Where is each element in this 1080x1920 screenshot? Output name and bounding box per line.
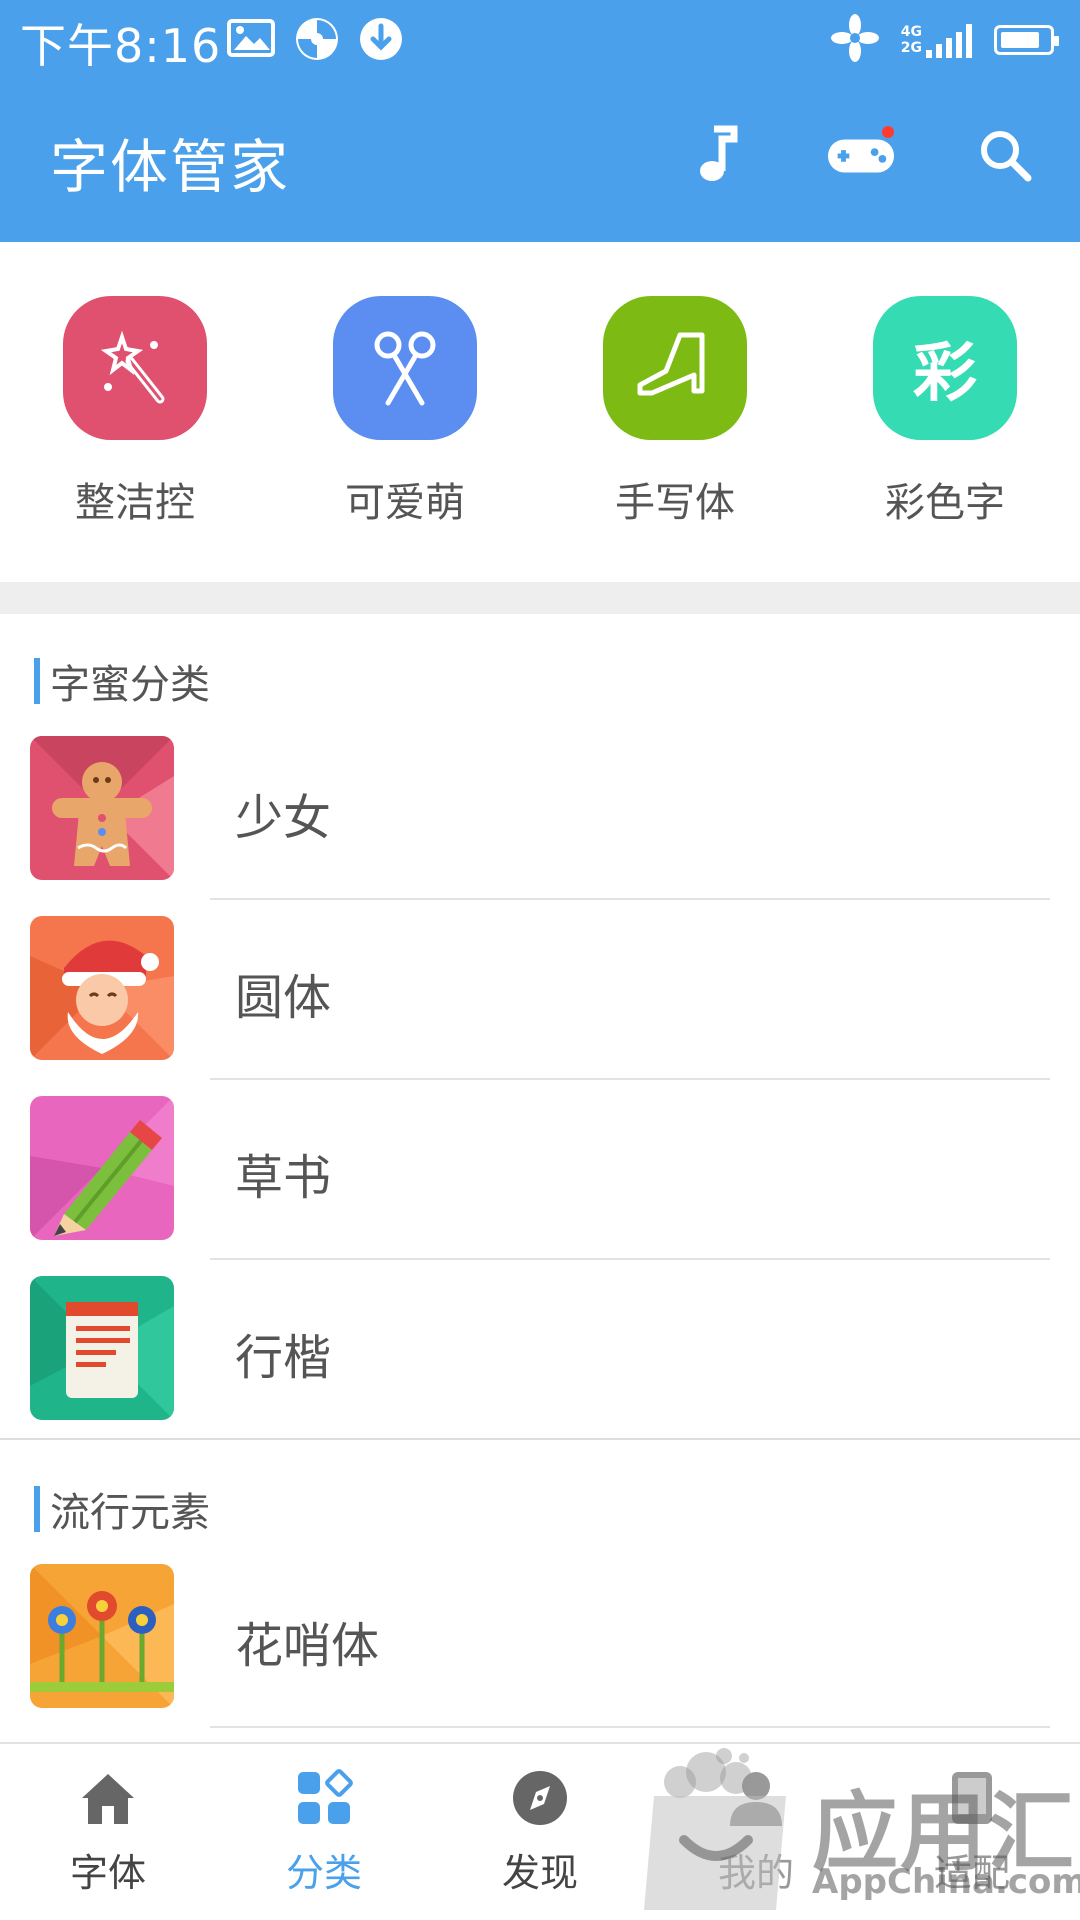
home-icon (82, 1774, 134, 1824)
search-button[interactable] (970, 120, 1040, 190)
nav-mine[interactable]: 我的 (648, 1744, 864, 1920)
nav-label: 分类 (285, 1851, 362, 1895)
category-icon (298, 1769, 353, 1824)
battery-icon (994, 25, 1059, 55)
app-title: 字体管家 (50, 133, 291, 201)
featured-category-grid: 整洁控 可爱萌 手写体 彩 彩色字 (0, 242, 1080, 582)
scissors-icon (333, 296, 477, 440)
section-header-font-categories: 字蜜分类 (34, 652, 210, 710)
list-item-cursive[interactable]: 草书 (0, 1080, 1080, 1260)
section-title: 字蜜分类 (50, 662, 210, 708)
gingerbread-icon (30, 736, 174, 880)
section-accent-bar (34, 1486, 40, 1532)
section-header-popular: 流行元素 (34, 1480, 210, 1538)
nav-label: 适配 (933, 1851, 1010, 1895)
list-item-girl[interactable]: 少女 (0, 720, 1080, 900)
category-label: 手写体 (615, 480, 735, 526)
list-item-label: 草书 (235, 1150, 332, 1206)
status-bar: 下午8:16 4G 2G (0, 0, 1080, 78)
category-tidy[interactable]: 整洁控 (0, 242, 270, 582)
category-label: 整洁控 (75, 480, 195, 526)
list-item-label: 花哨体 (235, 1618, 380, 1674)
magic-wand-icon (63, 296, 207, 440)
category-cute[interactable]: 可爱萌 (270, 242, 540, 582)
signal-indicator: 4G 2G (901, 22, 972, 58)
list-item-label: 圆体 (235, 970, 332, 1026)
list-item-fancy[interactable]: 花哨体 (0, 1548, 1080, 1728)
bottom-navigation: 字体 分类 发现 我的 适配 (0, 1742, 1080, 1920)
flowers-icon (30, 1564, 174, 1708)
section-divider (0, 1438, 1080, 1440)
music-button[interactable] (684, 120, 754, 190)
user-icon (730, 1772, 782, 1826)
row-divider (210, 1726, 1050, 1728)
nav-discover[interactable]: 发现 (432, 1744, 648, 1920)
status-right: 4G 2G (830, 14, 1059, 66)
category-label: 彩色字 (885, 480, 1005, 526)
gamepad-icon (827, 139, 895, 173)
notepad-icon (30, 1276, 174, 1420)
image-notification-icon (226, 16, 276, 60)
network-label-bottom: 2G (900, 40, 922, 56)
section-separator (0, 582, 1080, 614)
signal-bars-icon (926, 22, 972, 58)
app-notification-icon (294, 16, 344, 60)
download-notification-icon (358, 16, 408, 60)
flower-status-icon (830, 14, 879, 66)
nav-label: 我的 (717, 1851, 794, 1895)
app-header: 下午8:16 4G 2G 字体管家 (0, 0, 1080, 242)
santa-icon (30, 916, 174, 1060)
category-label: 可爱萌 (345, 480, 465, 526)
category-colorful[interactable]: 彩 彩色字 (810, 242, 1080, 582)
list-item-label: 少女 (235, 790, 332, 846)
high-heel-icon (603, 296, 747, 440)
colorful-char-text: 彩 (913, 337, 977, 411)
search-icon (981, 131, 1032, 182)
category-handwriting[interactable]: 手写体 (540, 242, 810, 582)
nav-adapt[interactable]: 适配 (864, 1744, 1080, 1920)
nav-fonts[interactable]: 字体 (0, 1744, 216, 1920)
notification-dot (882, 126, 894, 138)
section-title: 流行元素 (50, 1490, 210, 1536)
game-center-button[interactable] (826, 120, 896, 190)
list-item-label: 行楷 (235, 1330, 332, 1386)
nav-categories[interactable]: 分类 (216, 1744, 432, 1920)
colorful-char-icon: 彩 (873, 296, 1017, 440)
compass-icon (513, 1771, 567, 1825)
network-label-top: 4G (900, 24, 922, 40)
nav-label: 字体 (69, 1851, 146, 1895)
nav-label: 发现 (501, 1851, 578, 1895)
list-item-round[interactable]: 圆体 (0, 900, 1080, 1080)
list-item-running-script[interactable]: 行楷 (0, 1260, 1080, 1440)
section-accent-bar (34, 658, 40, 704)
pencil-icon (30, 1096, 174, 1240)
adapt-icon (952, 1772, 992, 1824)
music-note-icon (700, 125, 738, 181)
status-time: 下午8:16 (20, 19, 222, 73)
